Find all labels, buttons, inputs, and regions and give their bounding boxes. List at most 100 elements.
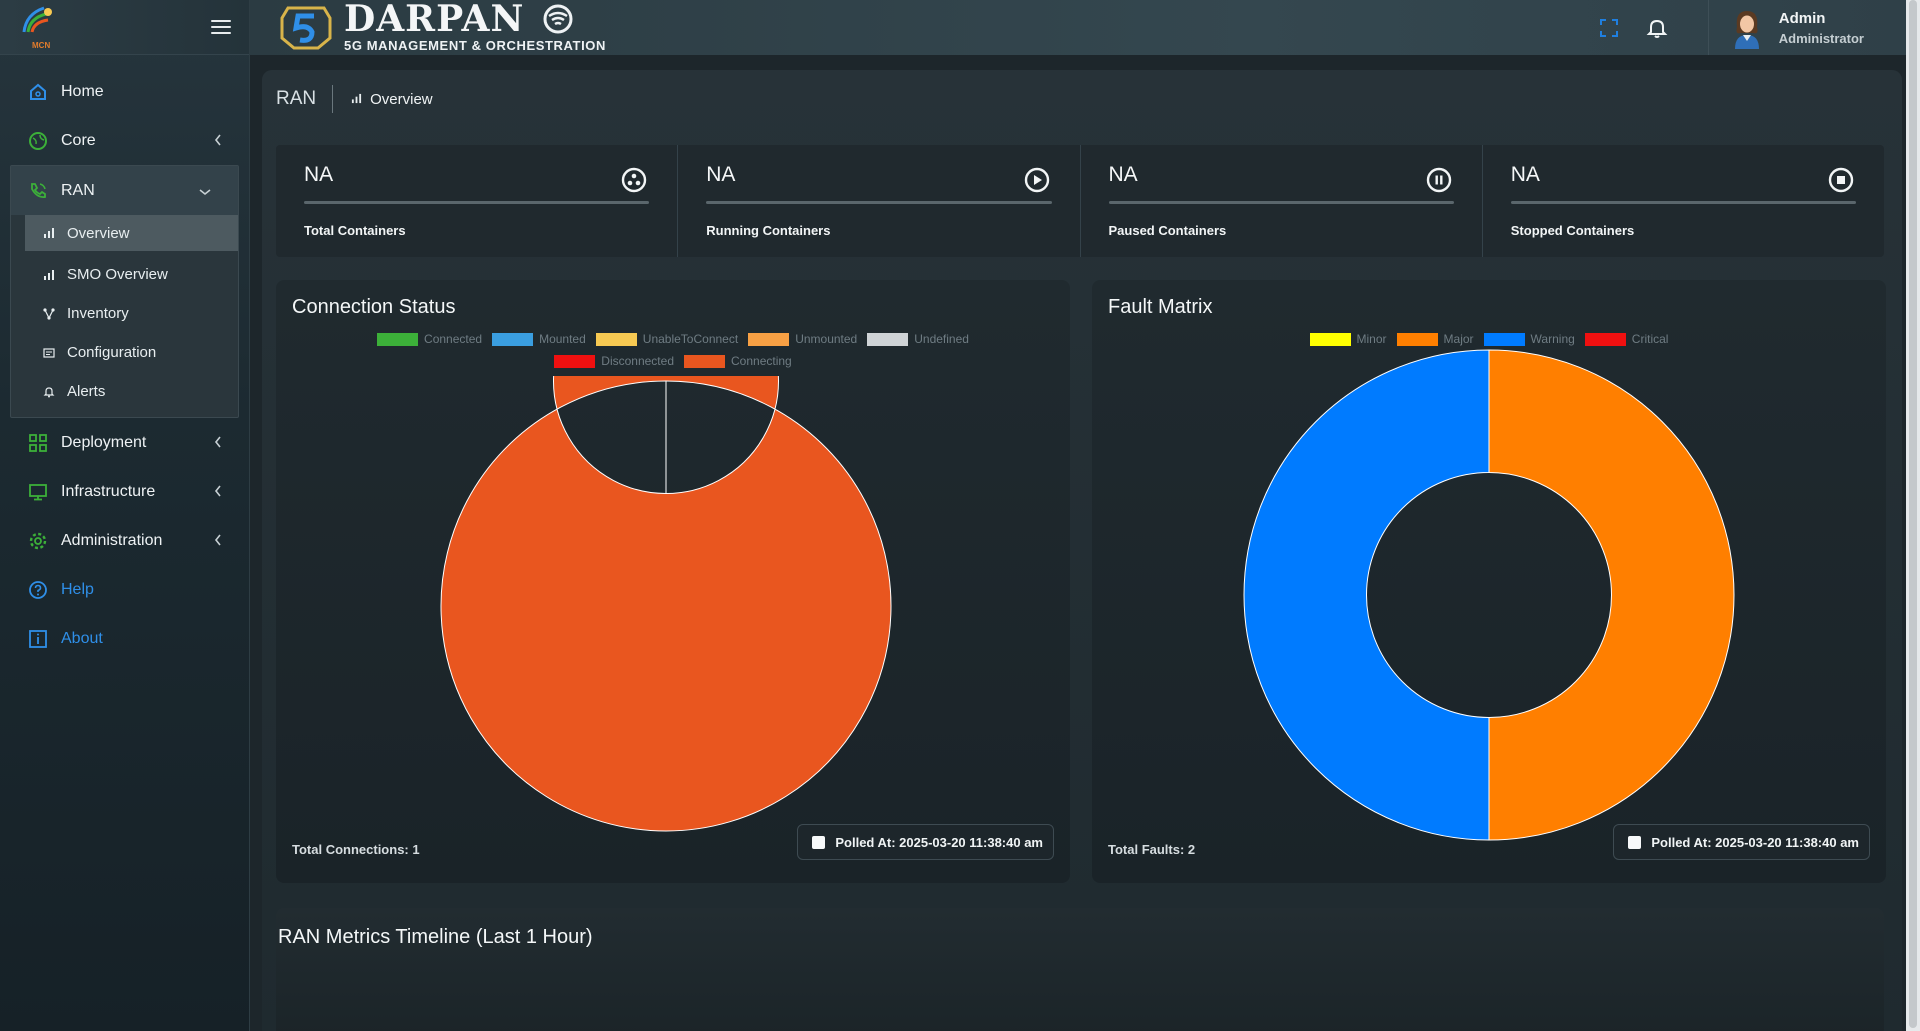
donut-slice-warning[interactable] bbox=[1243, 349, 1490, 841]
legend-item[interactable]: UnableToConnect bbox=[595, 332, 739, 346]
subnav-smo-overview[interactable]: SMO Overview bbox=[25, 255, 238, 294]
mcn-logo-text: MCN bbox=[32, 41, 51, 50]
legend-swatch bbox=[595, 332, 637, 346]
pause-icon bbox=[1426, 167, 1451, 193]
legend-swatch bbox=[1483, 332, 1525, 346]
connection-status-panel: Connection Status Connected Mounted Unable… bbox=[276, 280, 1070, 883]
legend-item[interactable]: Connected bbox=[377, 332, 482, 346]
sidebar-item-label: Infrastructure bbox=[61, 482, 156, 500]
legend-item[interactable]: Minor bbox=[1309, 332, 1387, 346]
legend-item[interactable]: Mounted bbox=[492, 332, 586, 346]
polled-at-label: Polled At: 2025-03-20 11:38:40 am bbox=[1651, 834, 1859, 850]
legend-label: Major bbox=[1443, 332, 1474, 346]
panel-title: Connection Status bbox=[292, 296, 456, 318]
legend-swatch bbox=[492, 332, 534, 346]
legend-swatch bbox=[748, 332, 790, 346]
connection-status-donut bbox=[440, 376, 892, 832]
metrics-timeline-panel: RAN Metrics Timeline (Last 1 Hour) bbox=[276, 908, 1884, 1031]
brand-title: DARPAN bbox=[344, 0, 525, 40]
fault-matrix-donut bbox=[1243, 349, 1735, 841]
subnav-label: Inventory bbox=[67, 305, 129, 322]
donut-slice-major[interactable] bbox=[1488, 349, 1735, 841]
top-header: DARPAN 5G MANAGEMENT & ORCHESTRATION Adm… bbox=[250, 0, 1920, 55]
legend-swatch bbox=[1584, 332, 1626, 346]
bar-chart-icon bbox=[43, 269, 55, 281]
gear-icon bbox=[28, 531, 48, 551]
stat-divider bbox=[706, 201, 1052, 204]
subnav-overview[interactable]: Overview bbox=[25, 215, 238, 251]
legend-label: Disconnected bbox=[601, 354, 674, 368]
breadcrumb-root[interactable]: RAN bbox=[276, 85, 334, 113]
darpan-logo[interactable]: DARPAN 5G MANAGEMENT & ORCHESTRATION bbox=[278, 0, 606, 53]
fullscreen-icon[interactable] bbox=[1598, 17, 1620, 39]
legend-swatch bbox=[684, 354, 725, 368]
main-content: RAN Overview NA Total Containers NA Runn… bbox=[262, 70, 1902, 1031]
containers-icon bbox=[622, 167, 647, 193]
polled-at-toggle[interactable]: Polled At: 2025-03-20 11:38:40 am bbox=[1613, 824, 1870, 860]
legend-item[interactable]: Major bbox=[1396, 332, 1474, 346]
mcn-logo[interactable]: MCN bbox=[18, 4, 60, 50]
subnav-configuration[interactable]: Configuration bbox=[25, 333, 238, 372]
sidebar-item-ran[interactable]: RAN bbox=[11, 166, 238, 215]
sidebar-item-administration[interactable]: Administration bbox=[0, 516, 249, 565]
sidebar-item-label: Administration bbox=[61, 531, 163, 549]
stat-card-stopped: NA Stopped Containers bbox=[1483, 145, 1884, 257]
bell-icon bbox=[43, 386, 55, 398]
subnav-alerts[interactable]: Alerts bbox=[25, 372, 238, 411]
legend-label: UnableToConnect bbox=[642, 332, 739, 346]
legend-label: Connected bbox=[424, 332, 483, 346]
checkbox[interactable] bbox=[812, 835, 826, 849]
notification-bell-icon[interactable] bbox=[1646, 17, 1668, 39]
sidebar: MCN Home Core RAN Overview SMO Overview … bbox=[0, 0, 250, 1031]
chevron-left-icon bbox=[213, 484, 223, 503]
sidebar-item-infrastructure[interactable]: Infrastructure bbox=[0, 467, 249, 516]
polled-at-toggle[interactable]: Polled At: 2025-03-20 11:38:40 am bbox=[797, 824, 1054, 860]
ran-group: RAN Overview SMO Overview Inventory Conf… bbox=[10, 165, 239, 418]
chevron-down-icon bbox=[198, 184, 212, 202]
stat-divider bbox=[1510, 201, 1856, 204]
stat-card-running: NA Running Containers bbox=[678, 145, 1081, 257]
legend-item[interactable]: Critical bbox=[1584, 332, 1668, 346]
stat-label: Running Containers bbox=[706, 223, 831, 238]
stat-label: Stopped Containers bbox=[1510, 223, 1635, 238]
subnav-inventory[interactable]: Inventory bbox=[25, 294, 238, 333]
globe-icon bbox=[28, 131, 48, 151]
legend-swatch bbox=[554, 354, 596, 368]
legend-item[interactable]: Connecting bbox=[684, 354, 792, 368]
subnav-label: Overview bbox=[67, 224, 130, 242]
total-faults: Total Faults: 2 bbox=[1108, 842, 1196, 857]
sidebar-nav: Home Core RAN Overview SMO Overview Inve… bbox=[0, 55, 249, 663]
sidebar-item-label: Home bbox=[61, 82, 104, 100]
subnav-label: Alerts bbox=[67, 383, 106, 400]
total-connections: Total Connections: 1 bbox=[292, 842, 420, 857]
connection-status-legend: Connected Mounted UnableToConnect Unmounted… bbox=[353, 332, 993, 376]
menu-toggle-icon[interactable] bbox=[211, 20, 231, 34]
sidebar-item-home[interactable]: Home bbox=[0, 67, 249, 116]
ran-subnav: Overview SMO Overview Inventory Configur… bbox=[11, 215, 238, 417]
play-icon bbox=[1024, 167, 1049, 193]
user-name: Admin bbox=[1778, 9, 1826, 27]
checkbox[interactable] bbox=[1628, 835, 1642, 849]
panel-title: Fault Matrix bbox=[1108, 296, 1213, 318]
sidebar-item-help[interactable]: Help bbox=[0, 565, 249, 614]
sidebar-item-about[interactable]: About bbox=[0, 614, 249, 663]
legend-item[interactable]: Warning bbox=[1483, 332, 1575, 346]
chevron-left-icon bbox=[213, 435, 223, 454]
sidebar-item-label: Core bbox=[61, 131, 96, 149]
scrollbar-thumb[interactable] bbox=[1909, 0, 1917, 1028]
polled-at-label: Polled At: 2025-03-20 11:38:40 am bbox=[835, 834, 1043, 850]
sidebar-item-core[interactable]: Core bbox=[0, 116, 249, 165]
legend-item[interactable]: Disconnected bbox=[554, 354, 674, 368]
page-scrollbar[interactable] bbox=[1906, 0, 1920, 1031]
stop-icon bbox=[1828, 167, 1854, 193]
legend-swatch bbox=[867, 332, 909, 346]
subnav-label: SMO Overview bbox=[67, 266, 168, 283]
stat-value: NA bbox=[706, 163, 736, 186]
stat-divider bbox=[1108, 201, 1454, 204]
sidebar-item-deployment[interactable]: Deployment bbox=[0, 418, 249, 467]
legend-label: Connecting bbox=[731, 354, 792, 368]
legend-item[interactable]: Undefined bbox=[867, 332, 969, 346]
stat-value: NA bbox=[1108, 163, 1138, 186]
user-menu[interactable]: Admin Administrator bbox=[1709, 7, 1920, 49]
legend-item[interactable]: Unmounted bbox=[748, 332, 857, 346]
